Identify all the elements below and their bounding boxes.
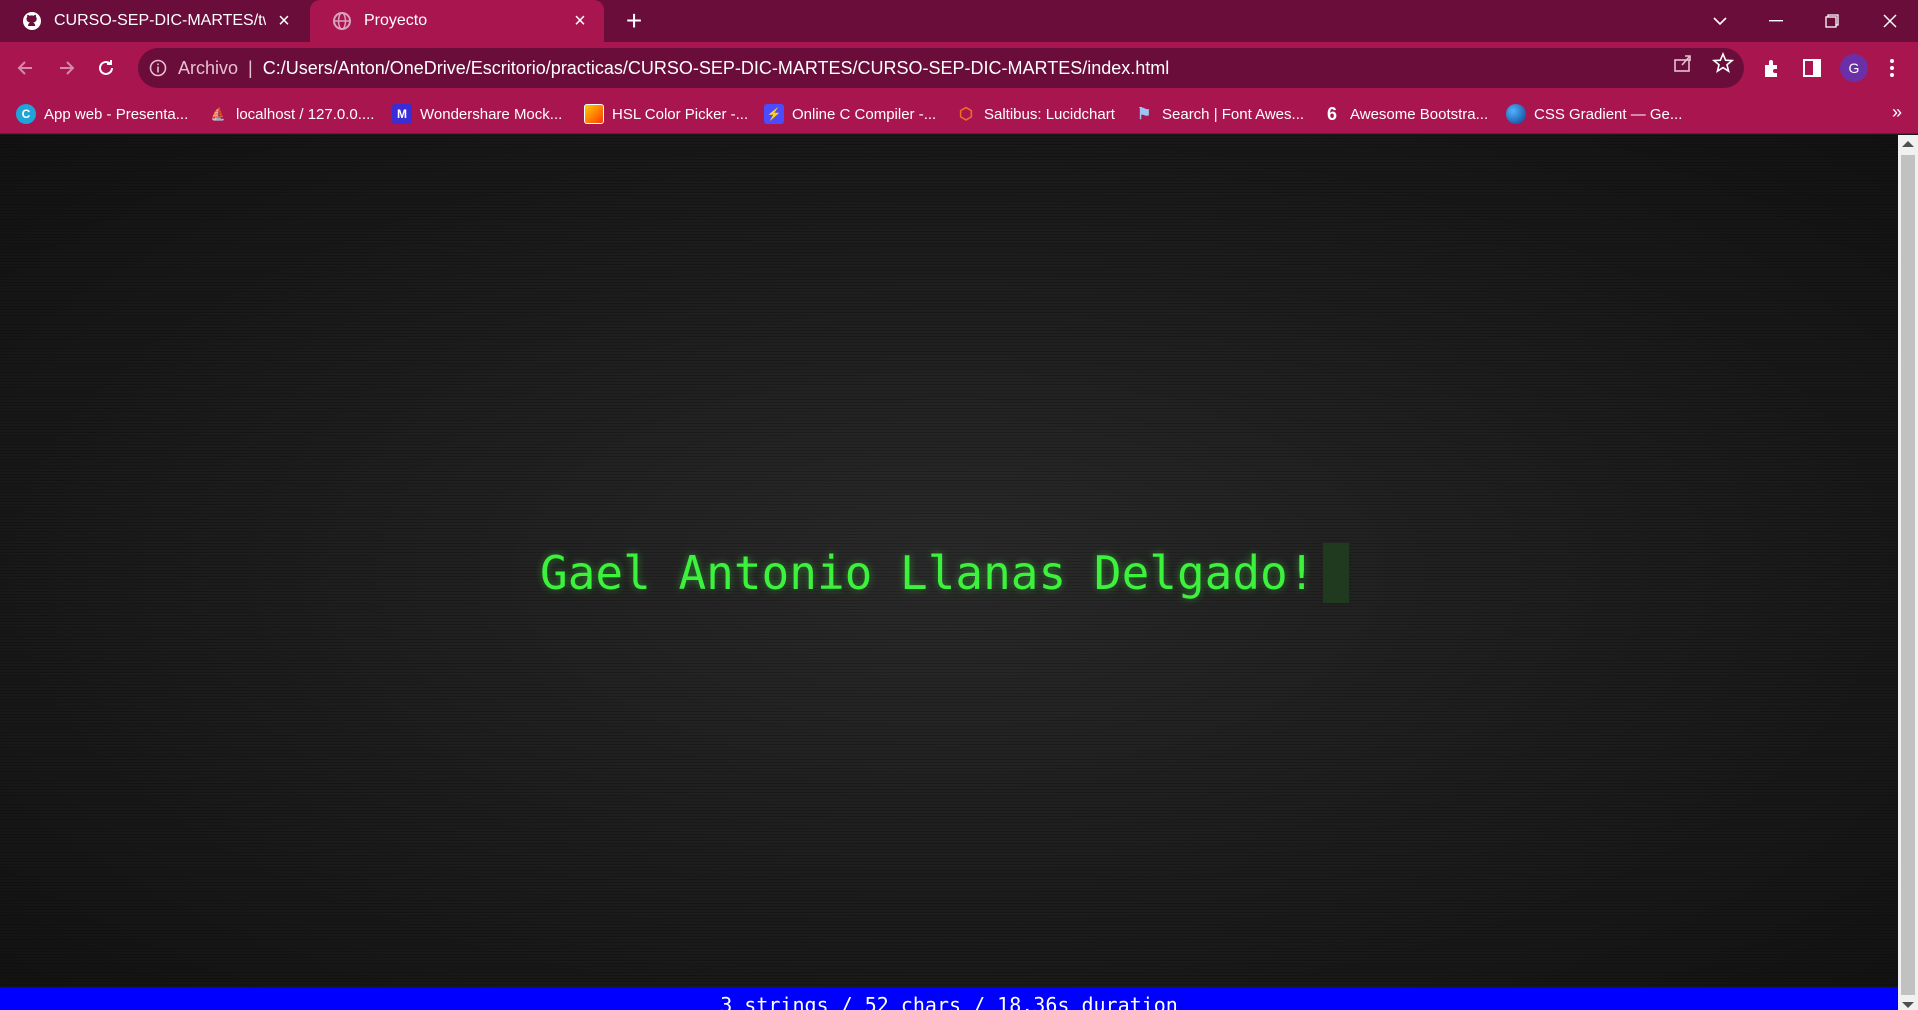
bootstrap-icon: 6 xyxy=(1326,103,1337,124)
address-separator: | xyxy=(248,57,253,78)
mockitt-icon: M xyxy=(392,104,412,124)
bookmark-star-icon[interactable] xyxy=(1711,51,1735,74)
typing-status-bar: 3 strings / 52 chars / 18.36s duration xyxy=(0,987,1898,1010)
back-button[interactable] xyxy=(10,52,42,84)
scroll-up-arrow-icon[interactable] xyxy=(1902,141,1914,147)
bookmark-localhost[interactable]: ⛵ localhost / 127.0.0.... xyxy=(208,102,375,126)
restore-button[interactable] xyxy=(1804,0,1860,42)
typed-text-line: Gael Antonio Llanas Delgado! xyxy=(540,543,1350,603)
share-icon[interactable] xyxy=(1672,52,1694,74)
fontawesome-icon: ⚑ xyxy=(1136,106,1152,123)
bookmark-font-awesome[interactable]: ⚑ Search | Font Awes... xyxy=(1134,102,1304,126)
bookmark-label: Saltibus: Lucidchart xyxy=(984,105,1115,123)
bookmark-label: Wondershare Mock... xyxy=(420,105,563,123)
browser-toolbar: Archivo | C:/Users/Anton/OneDrive/Escrit… xyxy=(0,42,1918,94)
typing-cursor xyxy=(1323,543,1350,603)
gradient-icon xyxy=(1506,104,1526,124)
scroll-down-arrow-icon[interactable] xyxy=(1902,1002,1914,1008)
bookmark-lucidchart[interactable]: ⬡ Saltibus: Lucidchart xyxy=(956,102,1115,126)
typed-text: Gael Antonio Llanas Delgado! xyxy=(540,546,1316,600)
tab-strip: CURSO-SEP-DIC-MARTES/tw.jpg × Proyecto ×… xyxy=(0,0,1918,42)
tab-proyecto[interactable]: Proyecto × xyxy=(310,0,604,42)
bookmark-online-c-compiler[interactable]: ⚡ Online C Compiler -... xyxy=(764,102,936,126)
bookmark-label: HSL Color Picker -... xyxy=(612,105,749,123)
tab-title: Proyecto xyxy=(364,12,428,29)
side-panel-icon[interactable] xyxy=(1800,56,1824,80)
profile-avatar[interactable]: G xyxy=(1840,54,1868,82)
url-text[interactable]: C:/Users/Anton/OneDrive/Escritorio/pract… xyxy=(263,58,1170,79)
close-window-button[interactable] xyxy=(1862,0,1918,42)
bookmark-css-gradient[interactable]: CSS Gradient — Ge... xyxy=(1506,102,1682,126)
bookmark-label: Search | Font Awes... xyxy=(1162,105,1305,123)
hsl-icon xyxy=(584,104,604,124)
canva-icon: C xyxy=(16,104,36,124)
phpmyadmin-icon: ⛵ xyxy=(210,107,226,121)
bookmark-label: Online C Compiler -... xyxy=(792,105,937,123)
new-tab-button[interactable]: + xyxy=(620,7,648,36)
minimize-button[interactable] xyxy=(1748,0,1804,42)
tab-github-image[interactable]: CURSO-SEP-DIC-MARTES/tw.jpg × xyxy=(0,0,308,42)
address-bar[interactable]: Archivo | C:/Users/Anton/OneDrive/Escrit… xyxy=(138,48,1744,88)
scroll-thumb[interactable] xyxy=(1901,155,1915,995)
info-icon[interactable] xyxy=(148,58,168,78)
lucidchart-icon: ⬡ xyxy=(959,106,973,123)
bookmark-label: localhost / 127.0.0.... xyxy=(236,105,375,123)
page-content: Gael Antonio Llanas Delgado! 3 strings /… xyxy=(0,135,1898,1010)
compiler-icon: ⚡ xyxy=(764,104,784,124)
reload-button[interactable] xyxy=(90,52,122,84)
close-tab-icon[interactable]: × xyxy=(570,10,590,32)
close-tab-icon[interactable]: × xyxy=(274,10,294,32)
page-scrollbar[interactable] xyxy=(1898,135,1918,1010)
globe-icon xyxy=(332,11,352,31)
extensions-icon[interactable] xyxy=(1760,56,1784,80)
bookmark-hsl-color-picker[interactable]: HSL Color Picker -... xyxy=(584,102,748,126)
bookmark-label: CSS Gradient — Ge... xyxy=(1534,105,1683,123)
menu-kebab-icon[interactable] xyxy=(1880,56,1904,80)
bookmark-label: Awesome Bootstra... xyxy=(1350,105,1489,123)
scheme-label: Archivo xyxy=(178,57,239,78)
bookmark-awesome-bootstrap[interactable]: 6 Awesome Bootstra... xyxy=(1322,102,1488,126)
bookmarks-bar: C App web - Presenta... ⛵ localhost / 12… xyxy=(0,94,1918,134)
tab-title: CURSO-SEP-DIC-MARTES/tw.jpg xyxy=(54,12,266,29)
bookmark-wondershare[interactable]: M Wondershare Mock... xyxy=(392,102,562,126)
github-icon xyxy=(22,11,42,31)
bookmarks-overflow-button[interactable]: » xyxy=(1892,102,1902,123)
tab-search-icon[interactable] xyxy=(1692,0,1748,42)
bookmark-label: App web - Presenta... xyxy=(44,105,189,123)
forward-button[interactable] xyxy=(50,52,82,84)
bookmark-canva[interactable]: C App web - Presenta... xyxy=(16,102,188,126)
